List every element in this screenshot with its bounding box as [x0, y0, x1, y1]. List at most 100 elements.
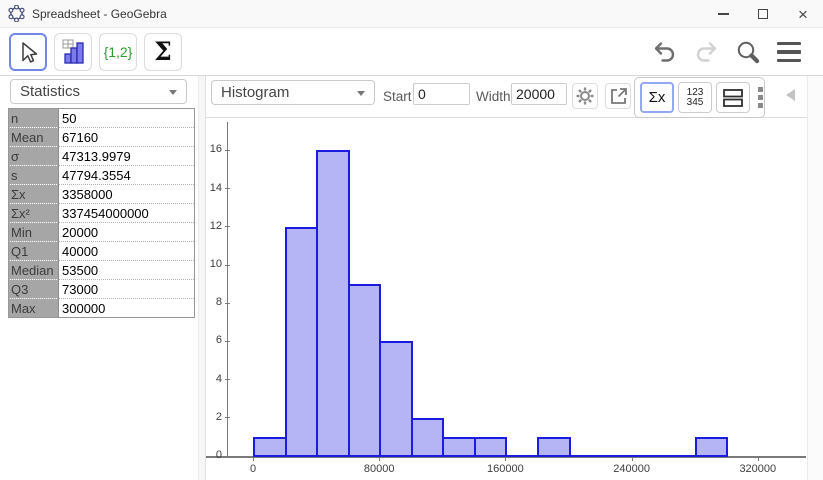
histogram-bar — [285, 227, 318, 457]
menu-button[interactable] — [777, 41, 801, 63]
start-label: Start — [383, 89, 412, 104]
y-axis-tick — [225, 226, 230, 228]
y-axis-tick — [225, 149, 230, 151]
stat-value: 50 — [58, 108, 195, 128]
display-options-group: Σx 123 345 — [634, 77, 765, 118]
cursor-arrow-icon — [22, 41, 38, 63]
analysis-histogram-icon — [62, 39, 84, 64]
maximize-button[interactable] — [743, 0, 783, 28]
histogram-bar — [695, 437, 728, 457]
chart-header: Histogram Start Width — [206, 76, 823, 118]
maximize-icon — [758, 9, 768, 19]
y-axis-tick — [225, 379, 230, 381]
y-axis-tick — [225, 188, 230, 190]
table-row: Median 53500 — [8, 260, 195, 280]
undo-icon — [654, 42, 675, 62]
table-row: σ 47313.9979 — [8, 146, 195, 166]
table-row: Q3 73000 — [8, 279, 195, 299]
stat-label: Max — [8, 298, 59, 318]
x-axis-tick — [757, 456, 759, 461]
y-axis-tick — [225, 264, 230, 266]
y-axis — [227, 122, 228, 458]
y-tick-label: 6 — [215, 334, 222, 347]
split-panel-button[interactable] — [716, 82, 750, 113]
stat-value: 47313.9979 — [58, 146, 195, 166]
stat-label: s — [8, 165, 59, 185]
chevron-down-icon — [169, 89, 177, 95]
stat-label: Median — [8, 260, 59, 280]
x-tick-label: 240000 — [613, 463, 650, 475]
statistics-dropdown-value: Statistics — [20, 83, 81, 100]
y-tick-label: 16 — [209, 143, 222, 156]
stat-label: Min — [8, 222, 59, 242]
main-toolbar: {1,2} Σ — [0, 28, 823, 76]
stat-value: 20000 — [58, 222, 195, 242]
y-axis-tick — [225, 417, 230, 419]
minimize-button[interactable] — [703, 0, 743, 28]
gear-icon — [576, 87, 594, 105]
width-label: Width — [476, 89, 511, 104]
histogram-panel: Histogram Start Width — [206, 76, 823, 480]
minimize-icon — [717, 13, 729, 15]
histogram-zero-bin — [663, 455, 697, 457]
start-input[interactable] — [413, 83, 470, 105]
search-icon — [737, 41, 760, 64]
histogram-bar — [253, 437, 287, 457]
one-variable-analysis-tool-button[interactable] — [54, 32, 92, 71]
numbers-icon: 123 345 — [686, 86, 704, 108]
histogram-bar — [537, 437, 571, 457]
panel-scrollbar[interactable] — [198, 76, 206, 480]
sigma-icon: Σ — [154, 37, 172, 66]
stat-label: σ — [8, 146, 59, 166]
table-row: Q1 40000 — [8, 241, 195, 261]
x-tick-label: 160000 — [487, 463, 524, 475]
chevron-down-icon — [357, 90, 365, 96]
histogram-zero-bin — [505, 455, 539, 457]
stat-label: Q1 — [8, 241, 59, 261]
histogram-zero-bin — [569, 455, 602, 457]
move-tool-button[interactable] — [9, 32, 47, 71]
stat-value: 40000 — [58, 241, 195, 261]
histogram-bar — [474, 437, 507, 457]
y-axis-tick — [225, 340, 230, 342]
stat-value: 337454000000 — [58, 203, 195, 223]
y-tick-label: 10 — [209, 258, 222, 270]
panel-scrollbar-right[interactable] — [807, 76, 823, 480]
x-tick-label: 0 — [249, 463, 257, 475]
close-icon: × — [798, 4, 808, 24]
stat-value: 53500 — [58, 260, 195, 280]
redo-icon — [696, 42, 717, 62]
histogram-bar — [379, 341, 413, 457]
statistics-dropdown[interactable]: Statistics — [10, 79, 187, 104]
redo-button[interactable] — [693, 39, 719, 65]
show-data-button[interactable]: 123 345 — [678, 82, 712, 113]
list-tool-label: {1,2} — [103, 43, 133, 60]
sum-tool-button[interactable]: Σ — [144, 32, 182, 71]
histogram-bar — [442, 437, 476, 457]
list-tool-button[interactable]: {1,2} — [99, 32, 137, 71]
collapse-panel-arrow[interactable] — [786, 89, 795, 101]
y-axis-tick — [225, 302, 230, 304]
open-in-new-icon — [611, 88, 627, 104]
plot-type-dropdown[interactable]: Histogram — [211, 80, 375, 105]
show-statistics-button[interactable]: Σx — [640, 82, 674, 113]
y-tick-label: 8 — [215, 296, 222, 309]
y-tick-label: 4 — [215, 372, 222, 385]
close-button[interactable]: × — [783, 0, 823, 28]
stat-label: Mean — [8, 127, 59, 147]
table-row: Max 300000 — [8, 298, 195, 318]
search-button[interactable] — [734, 38, 762, 66]
table-row: Min 20000 — [8, 222, 195, 242]
export-button[interactable] — [605, 83, 631, 109]
undo-button[interactable] — [652, 39, 678, 65]
y-tick-label: 2 — [215, 410, 222, 423]
geogebra-logo-icon — [8, 5, 25, 22]
histogram-zero-bin — [600, 455, 634, 457]
width-input[interactable] — [511, 83, 567, 105]
stat-label: n — [8, 108, 59, 128]
y-tick-label: 14 — [209, 181, 222, 194]
more-options-button[interactable] — [758, 87, 763, 108]
options-button[interactable] — [572, 83, 598, 109]
chart-area[interactable]: 0 2 4 6 8 10 12 14 16 0 80000 160000 240000 320000 — [206, 118, 806, 480]
table-row: Mean 67160 — [8, 127, 195, 147]
